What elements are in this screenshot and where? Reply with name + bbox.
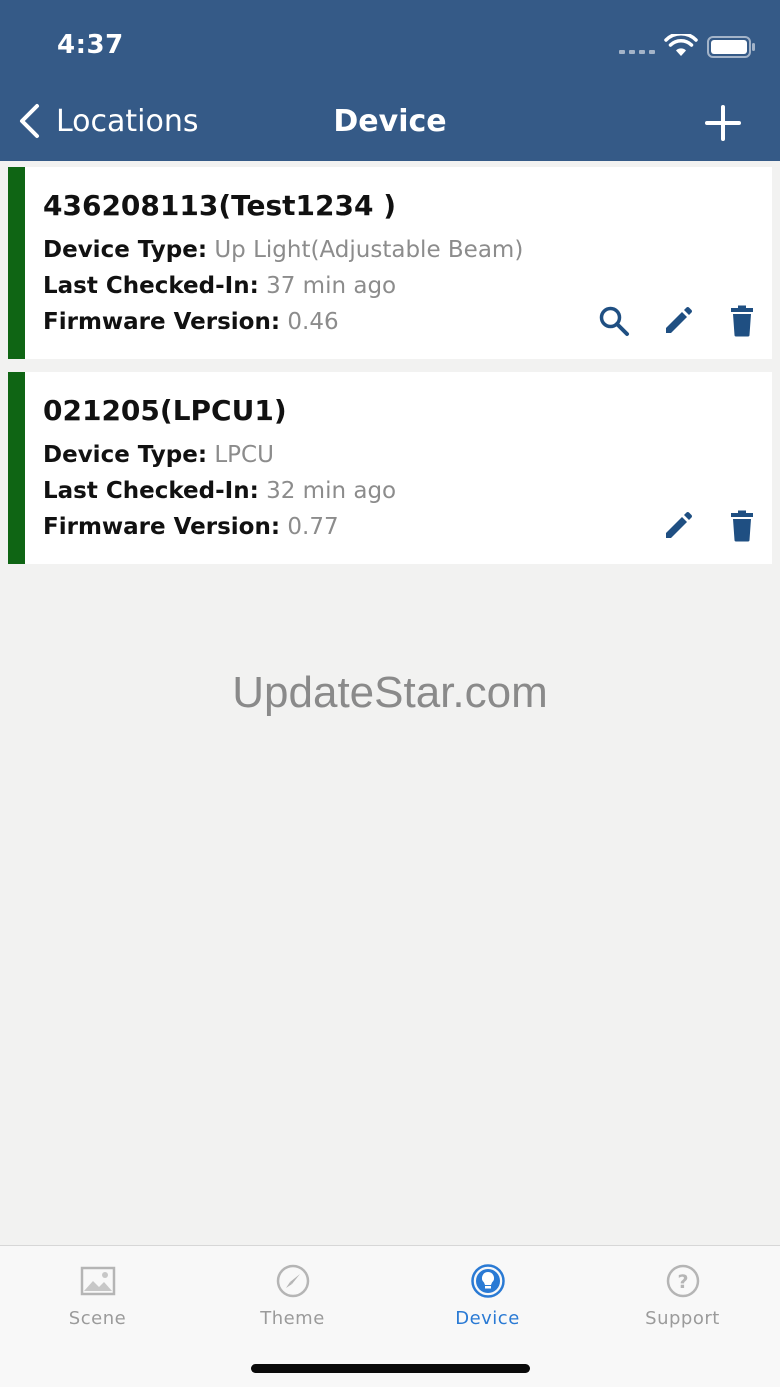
last-checked-label: Last Checked-In: xyxy=(43,273,259,299)
device-card[interactable]: 021205(LPCU1) Device Type: LPCU Last Che… xyxy=(8,372,772,564)
search-button[interactable] xyxy=(598,305,630,337)
trash-icon xyxy=(731,305,753,337)
bulb-icon xyxy=(470,1264,505,1298)
device-title: 436208113(Test1234 ) xyxy=(43,189,397,222)
tab-device[interactable]: Device xyxy=(390,1246,585,1346)
device-type-label: Device Type: xyxy=(43,237,208,263)
status-time: 4:37 xyxy=(57,30,124,60)
wifi-icon xyxy=(664,34,698,56)
edit-icon xyxy=(666,307,692,333)
help-icon: ? xyxy=(666,1264,699,1298)
device-actions xyxy=(662,510,758,542)
status-indicator-bar xyxy=(8,167,25,359)
edit-icon xyxy=(666,512,692,538)
device-actions xyxy=(598,305,758,337)
delete-button[interactable] xyxy=(726,510,758,542)
firmware-value: 0.77 xyxy=(287,514,339,540)
edit-button[interactable] xyxy=(662,305,694,337)
tab-theme[interactable]: Theme xyxy=(195,1246,390,1346)
firmware-label: Firmware Version: xyxy=(43,309,281,335)
delete-button[interactable] xyxy=(726,305,758,337)
cellular-signal-icon xyxy=(619,50,655,54)
navigation-header: 4:37 Locations Device xyxy=(0,0,780,161)
device-type-row: Device Type: Up Light(Adjustable Beam) xyxy=(43,237,523,263)
last-checked-value: 37 min ago xyxy=(266,273,397,299)
search-icon xyxy=(599,306,629,336)
device-type-value: LPCU xyxy=(214,442,274,468)
image-icon xyxy=(80,1266,115,1296)
last-checked-value: 32 min ago xyxy=(266,478,397,504)
page-title: Device xyxy=(333,104,447,139)
device-title: 021205(LPCU1) xyxy=(43,394,287,427)
firmware-label: Firmware Version: xyxy=(43,514,281,540)
last-checked-label: Last Checked-In: xyxy=(43,478,259,504)
trash-icon xyxy=(731,510,753,542)
svg-text:?: ? xyxy=(677,1271,688,1293)
last-checked-row: Last Checked-In: 37 min ago xyxy=(43,273,396,299)
tab-support[interactable]: ? Support xyxy=(585,1246,780,1346)
device-card[interactable]: 436208113(Test1234 ) Device Type: Up Lig… xyxy=(8,167,772,359)
firmware-row: Firmware Version: 0.46 xyxy=(43,309,339,335)
tab-label: Device xyxy=(455,1308,520,1329)
tab-scene[interactable]: Scene xyxy=(0,1246,195,1346)
tab-label: Theme xyxy=(260,1308,325,1329)
battery-icon xyxy=(707,36,755,58)
add-icon[interactable] xyxy=(704,104,742,142)
device-type-label: Device Type: xyxy=(43,442,208,468)
compass-icon xyxy=(276,1264,309,1298)
firmware-value: 0.46 xyxy=(287,309,339,335)
status-indicator-bar xyxy=(8,372,25,564)
device-type-value: Up Light(Adjustable Beam) xyxy=(214,237,524,263)
device-type-row: Device Type: LPCU xyxy=(43,442,274,468)
firmware-row: Firmware Version: 0.77 xyxy=(43,514,339,540)
watermark: UpdateStar.com xyxy=(232,668,548,717)
tab-label: Support xyxy=(645,1308,720,1329)
tab-label: Scene xyxy=(68,1308,127,1329)
last-checked-row: Last Checked-In: 32 min ago xyxy=(43,478,396,504)
edit-button[interactable] xyxy=(662,510,694,542)
home-indicator xyxy=(251,1364,530,1373)
